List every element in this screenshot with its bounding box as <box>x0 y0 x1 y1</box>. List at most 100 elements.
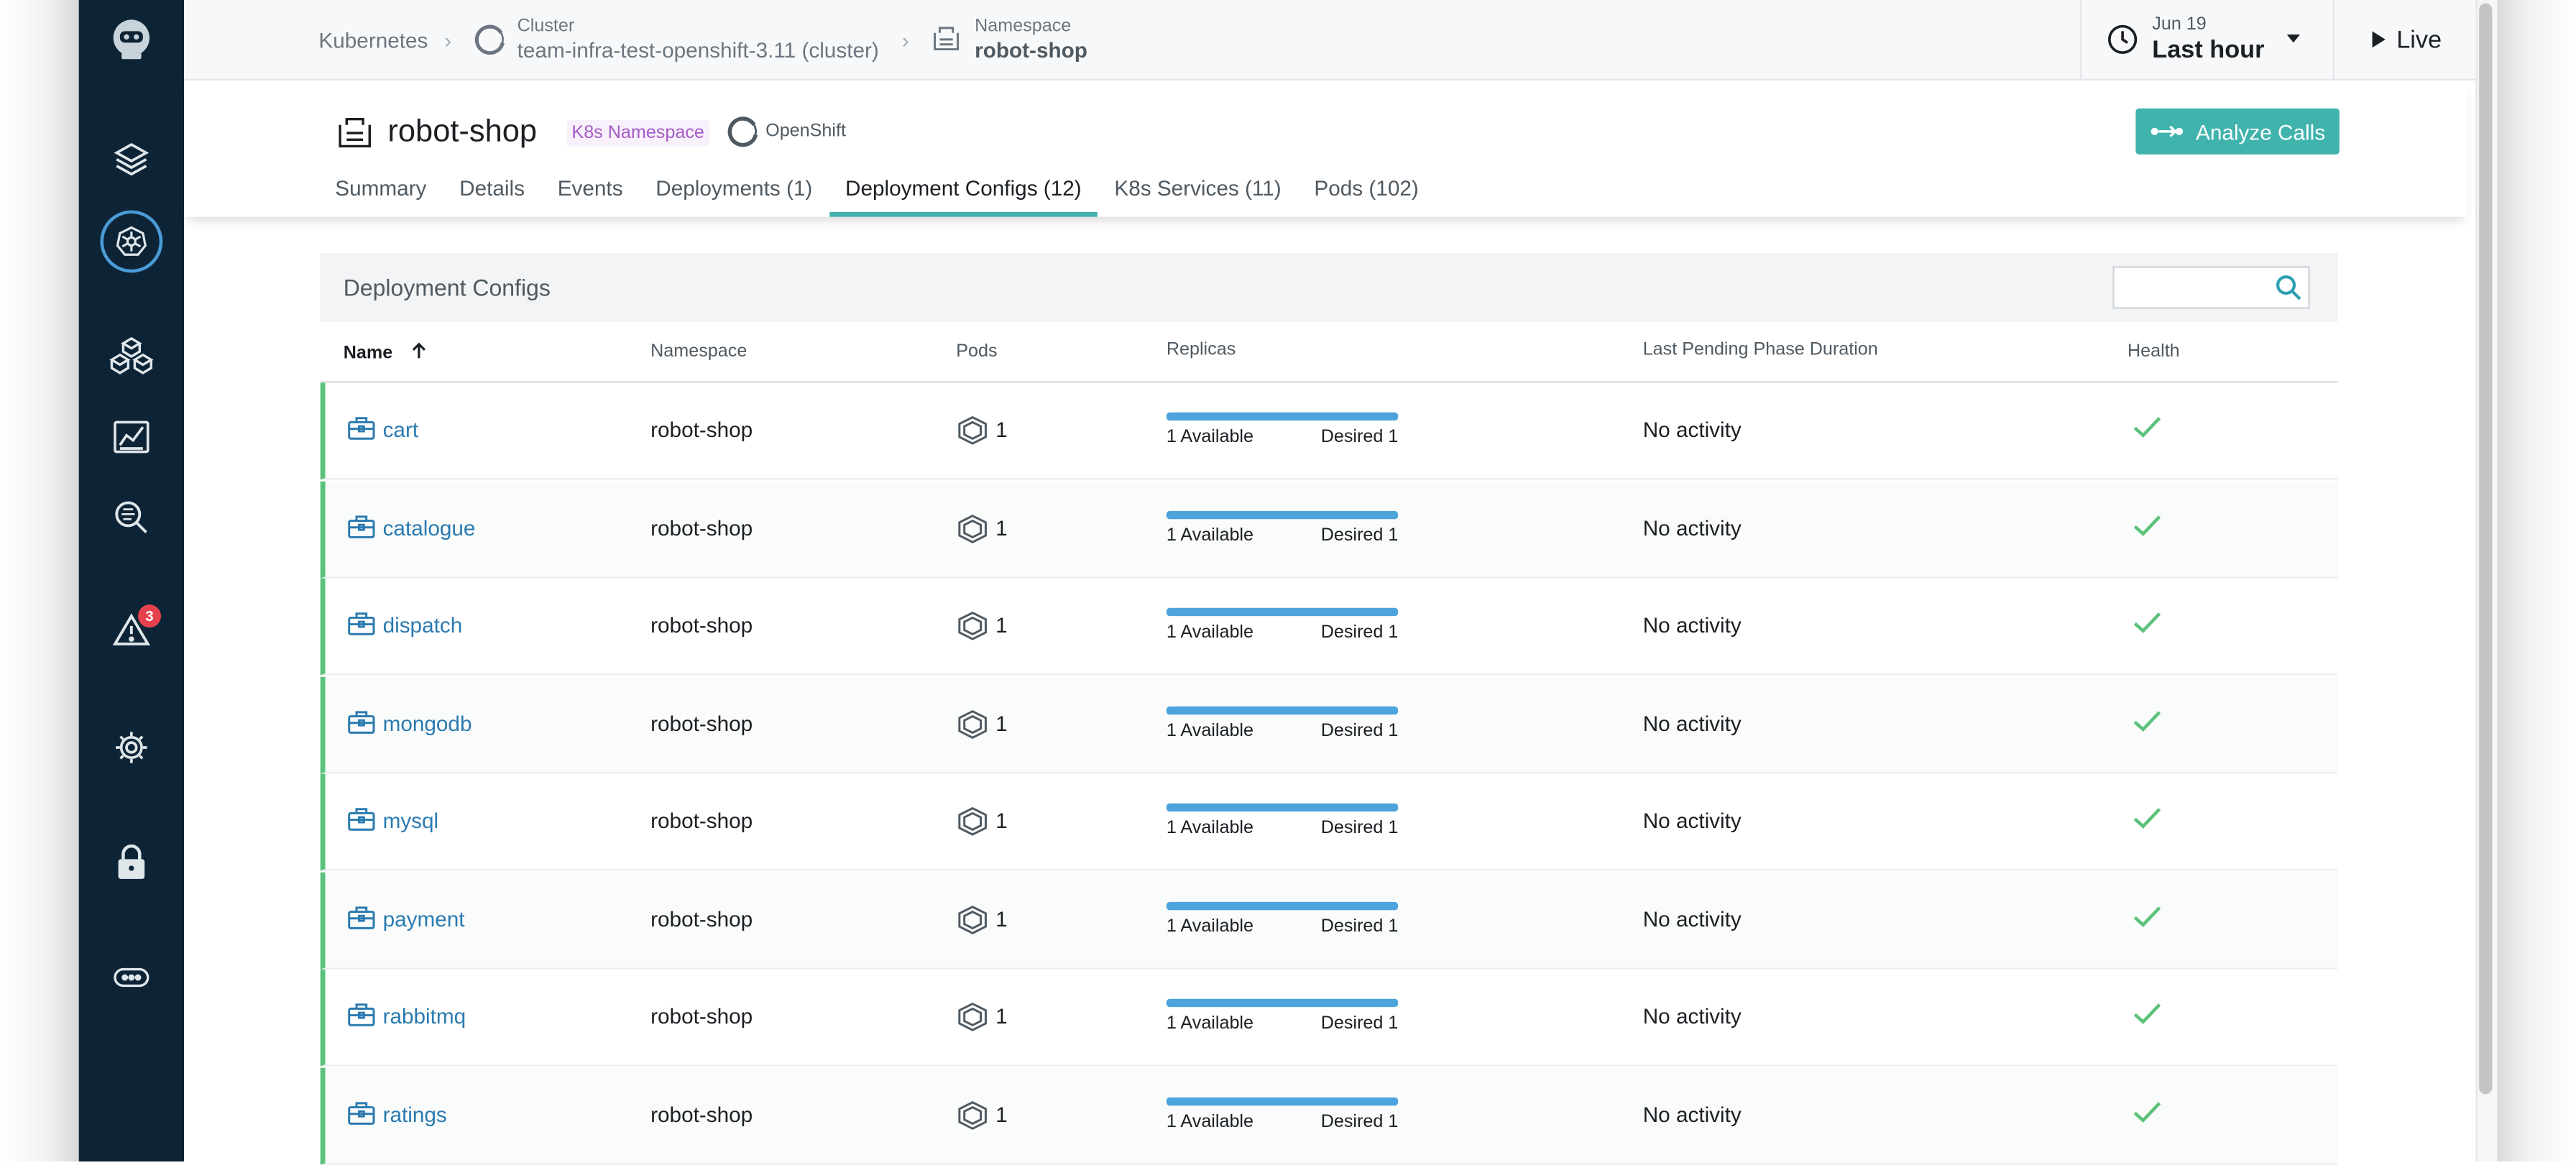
sidebar-item-events[interactable]: 3 <box>79 598 184 663</box>
tab-events[interactable]: Events <box>541 166 640 217</box>
deployment-config-name-link[interactable]: payment <box>383 906 465 931</box>
pod-count: 1 <box>995 906 1008 931</box>
table-row[interactable]: catalogue robot-shop 1 1 Available Desired 1… <box>320 480 2338 578</box>
replicas-progress-bar <box>1166 607 1399 617</box>
tab-details[interactable]: Details <box>443 166 541 217</box>
deployment-config-name-link[interactable]: mysql <box>383 809 439 833</box>
tab-deployment-configs[interactable]: Deployment Configs (12) <box>829 166 1098 217</box>
replicas-available: 1 Available <box>1166 427 1254 447</box>
deployment-config-name-link[interactable]: mongodb <box>383 711 472 735</box>
deployment-config-name-link[interactable]: cart <box>383 418 419 442</box>
column-header-pending-duration[interactable]: Last Pending Phase Duration <box>1643 340 1878 359</box>
analyze-calls-button[interactable]: Analyze Calls <box>2135 108 2340 155</box>
cluster-label: Cluster <box>517 15 575 36</box>
deployment-config-name-link[interactable]: dispatch <box>383 613 463 638</box>
replicas-desired: Desired 1 <box>1320 818 1399 838</box>
more-icon <box>114 967 150 988</box>
table-row[interactable]: payment robot-shop 1 1 Available Desired 1 No… <box>320 871 2338 969</box>
time-date: Jun 19 <box>2152 14 2207 34</box>
deployment-config-name-link[interactable]: catalogue <box>383 515 476 540</box>
chart-dashboard-icon <box>114 420 150 454</box>
replicas-desired: Desired 1 <box>1320 427 1399 447</box>
sidebar-item-settings[interactable] <box>79 714 184 780</box>
replicas-available: 1 Available <box>1166 1013 1254 1034</box>
table-row[interactable]: dispatch robot-shop 1 1 Available Desired 1 N… <box>320 578 2338 676</box>
deployment-config-name-link[interactable]: ratings <box>383 1102 447 1126</box>
replicas-desired: Desired 1 <box>1320 720 1399 740</box>
column-header-health[interactable]: Health <box>2128 341 2180 361</box>
deployment-config-name-link[interactable]: rabbitmq <box>383 1004 466 1029</box>
deployment-config-icon <box>346 904 376 935</box>
table-row[interactable]: mongodb robot-shop 1 1 Available Desired 1 No… <box>320 676 2338 773</box>
health-check-icon <box>2133 1100 2162 1128</box>
breadcrumb-cluster[interactable]: Cluster team-infra-test-openshift-3.11 (… <box>472 16 879 63</box>
live-button[interactable]: Live <box>2332 0 2478 79</box>
pod-icon <box>956 1100 989 1134</box>
replicas-progress-fill <box>1166 510 1399 519</box>
tab-summary[interactable]: Summary <box>318 166 443 217</box>
replicas-progress-fill <box>1166 607 1399 617</box>
deployment-config-icon <box>346 1002 376 1033</box>
table-title: Deployment Configs <box>343 274 551 301</box>
column-header-pods[interactable]: Pods <box>956 341 997 361</box>
sidebar-logo[interactable] <box>79 6 184 72</box>
column-name-label: Name <box>343 343 393 364</box>
lock-icon <box>118 844 145 879</box>
replicas-progress-bar <box>1166 412 1399 421</box>
table-row[interactable]: rabbitmq robot-shop 1 1 Available Desired 1 N… <box>320 969 2338 1067</box>
pending-duration-cell: No activity <box>1642 906 1742 931</box>
namespace-cell: robot-shop <box>650 417 753 442</box>
sidebar-item-analytics[interactable] <box>79 484 184 550</box>
replicas-progress-bar <box>1166 510 1399 519</box>
sidebar-item-applications[interactable] <box>79 126 184 192</box>
main-content: Kubernetes › Cluster team-infra-test-ope… <box>183 0 2478 1164</box>
replicas-available: 1 Available <box>1166 720 1254 740</box>
replicas-desired: Desired 1 <box>1320 916 1399 936</box>
search-icon <box>2276 275 2301 300</box>
page-header: robot-shop K8s Namespace OpenShift Analy… <box>183 80 2468 217</box>
namespace-icon <box>934 27 960 51</box>
sidebar-item-more[interactable] <box>79 944 184 1010</box>
pod-icon <box>956 415 989 450</box>
column-header-replicas[interactable]: Replicas <box>1167 340 1236 359</box>
sidebar-item-dashboards[interactable] <box>79 404 184 469</box>
replicas-progress-bar <box>1166 705 1399 714</box>
table-row[interactable]: cart robot-shop 1 1 Available Desired 1 No ac… <box>320 382 2338 480</box>
pod-count: 1 <box>995 1101 1008 1126</box>
breadcrumb-root[interactable]: Kubernetes <box>318 27 428 52</box>
time-range-picker[interactable]: Jun 19 Last hour <box>2079 0 2334 79</box>
live-label: Live <box>2396 25 2442 54</box>
column-header-name[interactable]: Name <box>344 341 428 363</box>
table-row[interactable]: mysql robot-shop 1 1 Available Desired 1 No a… <box>320 773 2338 871</box>
tab-pods[interactable]: Pods (102) <box>1298 166 1435 217</box>
replicas-progress-fill <box>1166 412 1399 421</box>
sidebar-item-infrastructure[interactable] <box>79 322 184 387</box>
replicas-progress-fill <box>1166 901 1399 910</box>
replicas-progress-fill <box>1166 705 1399 714</box>
breadcrumb-namespace[interactable]: Namespace robot-shop <box>932 16 1087 63</box>
column-header-namespace[interactable]: Namespace <box>650 341 747 361</box>
replicas-progress-bar <box>1166 901 1399 910</box>
search-button[interactable] <box>2276 275 2302 309</box>
tab-k8s-services[interactable]: K8s Services (11) <box>1098 166 1298 217</box>
tab-deployments[interactable]: Deployments (1) <box>639 166 829 217</box>
app-window: 3 Kubernetes › Cluster team-infra-test-o… <box>0 0 2576 1164</box>
scrollbar-thumb[interactable] <box>2479 3 2493 1095</box>
replicas-desired: Desired 1 <box>1320 1013 1399 1034</box>
sidebar: 3 <box>78 0 184 1162</box>
kubernetes-icon <box>116 226 147 256</box>
sidebar-item-access[interactable] <box>79 829 184 895</box>
search-input[interactable] <box>2112 266 2310 309</box>
replicas-progress-bar <box>1166 803 1399 812</box>
entity-type-badge: K8s Namespace <box>566 119 709 147</box>
health-check-icon <box>2133 709 2162 737</box>
time-range: Last hour <box>2152 36 2265 65</box>
replicas-available: 1 Available <box>1166 818 1254 838</box>
namespace-icon <box>339 117 371 148</box>
namespace-cell: robot-shop <box>650 710 753 735</box>
table-row[interactable]: ratings robot-shop 1 1 Available Desired 1 No… <box>320 1067 2338 1164</box>
sidebar-item-kubernetes[interactable] <box>79 208 184 274</box>
clock-icon <box>2108 24 2138 54</box>
namespace-cell: robot-shop <box>650 1101 753 1126</box>
gear-icon <box>116 732 147 763</box>
